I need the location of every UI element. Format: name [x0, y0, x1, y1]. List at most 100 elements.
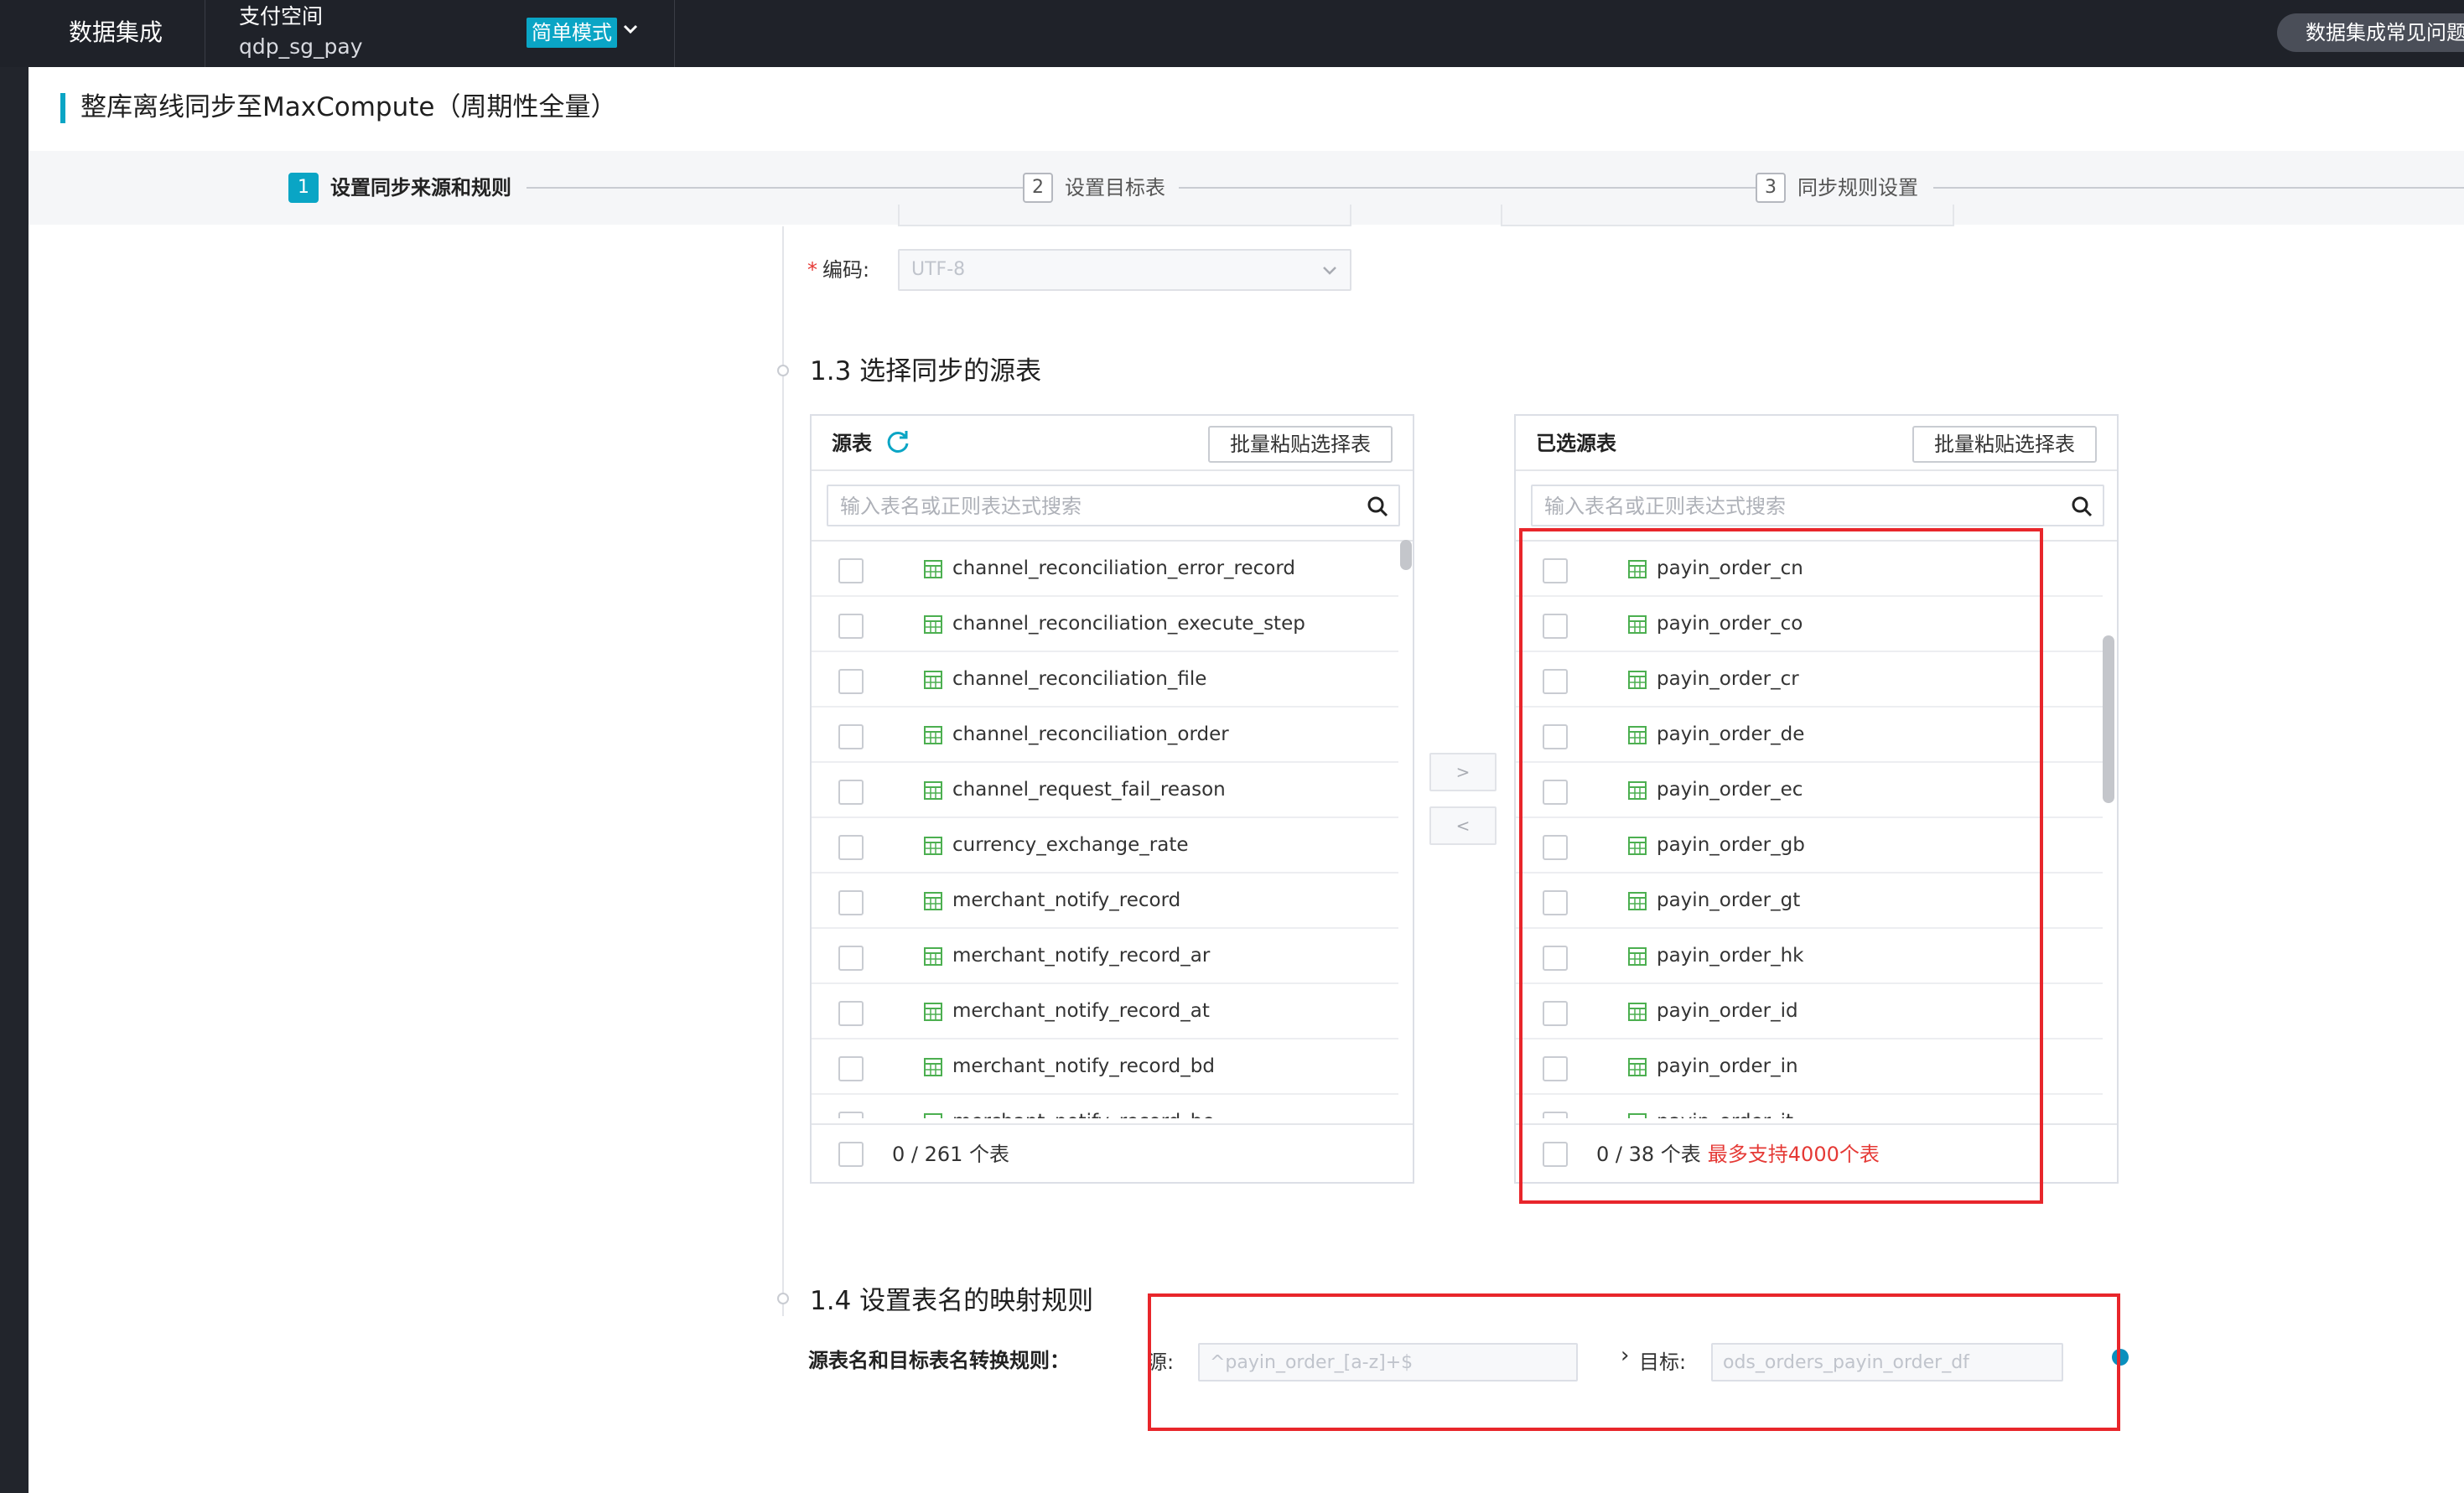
row-checkbox[interactable]	[838, 1112, 864, 1118]
scrollbar-thumb[interactable]	[1400, 540, 1412, 570]
scrollbar-thumb[interactable]	[2103, 635, 2114, 803]
title-accent-bar	[60, 93, 65, 123]
partial-field	[898, 205, 1351, 226]
table-row[interactable]: merchant_notify_record	[812, 874, 1398, 929]
table-row[interactable]: channel_reconciliation_error_record	[812, 542, 1398, 597]
faq-button[interactable]: 数据集成常见问题	[2277, 13, 2464, 52]
step-number: 3	[1756, 173, 1786, 203]
mapping-rule-label: 源表名和目标表名转换规则：	[808, 1349, 1070, 1372]
step-label: 设置目标表	[1065, 176, 1165, 200]
search-input[interactable]: 输入表名或正则表达式搜索	[827, 485, 1400, 526]
table-icon	[924, 837, 942, 855]
step-connector	[527, 187, 1036, 189]
step-number: 1	[288, 173, 319, 203]
table-name: channel_reconciliation_order	[952, 723, 1229, 745]
table-row[interactable]: channel_reconciliation_execute_step	[812, 597, 1398, 652]
chevron-down-icon[interactable]	[621, 20, 640, 39]
row-checkbox[interactable]	[838, 946, 864, 971]
top-nav-bar: 数据集成 支付空间 qdp_sg_pay 简单模式 数据集成常见问题	[0, 0, 2464, 67]
row-checkbox[interactable]	[838, 558, 864, 583]
step-2[interactable]: 2 设置目标表	[1023, 173, 1165, 203]
table-icon	[924, 1003, 942, 1021]
move-left-button[interactable]: <	[1429, 806, 1497, 845]
step-label: 设置同步来源和规则	[330, 176, 511, 200]
partial-field	[1501, 205, 1954, 226]
source-table-panel: 源表 批量粘贴选择表 输入表名或正则表达式搜索 channel_reconcil…	[810, 414, 1414, 1184]
select-all-checkbox[interactable]	[838, 1142, 864, 1167]
search-input[interactable]: 输入表名或正则表达式搜索	[1531, 485, 2104, 526]
table-name: channel_reconciliation_error_record	[952, 557, 1296, 579]
source-table-list[interactable]: channel_reconciliation_error_recordchann…	[812, 540, 1413, 1118]
table-name: channel_request_fail_reason	[952, 779, 1226, 801]
workspace-id[interactable]: qdp_sg_pay	[239, 34, 363, 60]
table-row[interactable]: currency_exchange_rate	[812, 818, 1398, 874]
table-icon	[924, 560, 942, 578]
section-title-mapping: 1.4 设置表名的映射规则	[810, 1286, 1094, 1316]
table-count: 0 / 261 个表	[892, 1143, 1010, 1166]
move-right-button[interactable]: >	[1429, 753, 1497, 791]
row-checkbox[interactable]	[838, 1001, 864, 1026]
table-row[interactable]: merchant_notify_record_bd	[812, 1039, 1398, 1095]
batch-paste-button[interactable]: 批量粘贴选择表	[1208, 426, 1393, 463]
chevron-down-icon	[1323, 267, 1336, 275]
timeline-line	[782, 226, 784, 1316]
row-checkbox[interactable]	[838, 724, 864, 749]
mode-badge[interactable]: 简单模式	[527, 18, 617, 48]
table-name: merchant_notify_record	[952, 889, 1181, 911]
table-name: merchant_notify_record_be	[952, 1107, 1215, 1118]
search-icon[interactable]	[2071, 495, 2093, 517]
table-name: channel_reconciliation_file	[952, 668, 1207, 690]
table-name: merchant_notify_record_ar	[952, 945, 1211, 967]
step-3[interactable]: 3 同步规则设置	[1756, 173, 1918, 203]
table-row[interactable]: merchant_notify_record_be	[812, 1095, 1398, 1118]
step-1[interactable]: 1 设置同步来源和规则	[288, 173, 511, 203]
table-icon	[924, 781, 942, 800]
table-row[interactable]: channel_reconciliation_order	[812, 708, 1398, 763]
row-checkbox[interactable]	[838, 669, 864, 694]
table-name: channel_reconciliation_execute_step	[952, 613, 1305, 635]
page-title: 整库离线同步至MaxCompute（周期性全量）	[80, 92, 617, 122]
step-connector	[1179, 187, 1772, 189]
batch-paste-button[interactable]: 批量粘贴选择表	[1912, 426, 2097, 463]
step-label: 同步规则设置	[1797, 176, 1918, 200]
panel-header: 已选源表 批量粘贴选择表	[1516, 416, 2117, 471]
table-icon	[924, 615, 942, 634]
table-row[interactable]: channel_reconciliation_file	[812, 652, 1398, 708]
table-icon	[924, 947, 942, 966]
table-name: currency_exchange_rate	[952, 834, 1189, 856]
panel-title: 已选源表	[1536, 432, 1616, 455]
row-checkbox[interactable]	[838, 835, 864, 860]
table-icon	[924, 671, 942, 689]
encoding-value: UTF-8	[911, 259, 966, 280]
row-checkbox[interactable]	[838, 1056, 864, 1081]
timeline-dot	[777, 1293, 789, 1304]
search-placeholder: 输入表名或正则表达式搜索	[1544, 495, 1786, 518]
highlight-box	[1148, 1293, 2120, 1431]
step-connector	[1933, 187, 2464, 189]
row-checkbox[interactable]	[838, 890, 864, 915]
row-checkbox[interactable]	[838, 780, 864, 805]
left-sidebar-rail	[0, 67, 29, 1493]
encoding-select[interactable]: UTF-8	[898, 249, 1351, 291]
row-checkbox[interactable]	[838, 614, 864, 639]
timeline-dot	[777, 365, 789, 376]
product-title[interactable]: 数据集成	[69, 17, 163, 49]
workspace-name[interactable]: 支付空间	[239, 3, 323, 30]
search-placeholder: 输入表名或正则表达式搜索	[840, 495, 1082, 518]
refresh-icon[interactable]	[884, 428, 912, 456]
highlight-box	[1519, 528, 2043, 1204]
section-title-source: 1.3 选择同步的源表	[810, 356, 1042, 386]
encoding-label: * 编码:	[807, 256, 869, 284]
nav-divider	[674, 0, 675, 67]
table-name: merchant_notify_record_at	[952, 1000, 1210, 1022]
search-icon[interactable]	[1367, 495, 1388, 517]
table-name: merchant_notify_record_bd	[952, 1055, 1215, 1077]
step-number: 2	[1023, 173, 1053, 203]
panel-title: 源表	[832, 432, 872, 455]
encoding-label-text: 编码:	[822, 258, 870, 282]
table-row[interactable]: merchant_notify_record_at	[812, 984, 1398, 1039]
table-icon	[924, 726, 942, 744]
table-icon	[924, 1113, 942, 1118]
table-row[interactable]: channel_request_fail_reason	[812, 763, 1398, 818]
table-row[interactable]: merchant_notify_record_ar	[812, 929, 1398, 984]
